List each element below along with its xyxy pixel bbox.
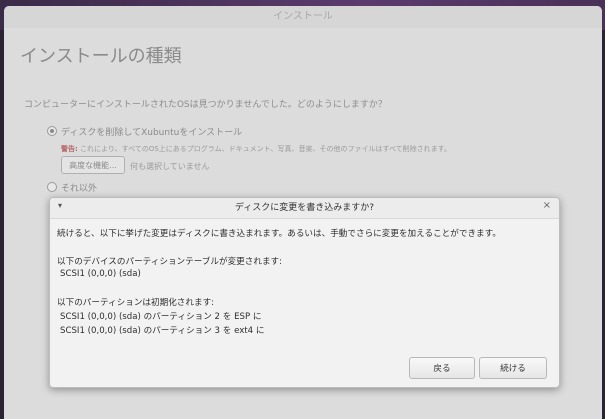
dialog-intro: 続けると、以下に挙げた変更はディスクに書き込まれます。あるいは、手動でさらに変更… bbox=[57, 229, 501, 239]
dialog-titlebar: ▾ ディスクに変更を書き込みますか? × bbox=[50, 198, 559, 219]
install-question: コンピューターにインストールされたOSは見つかりませんでした。どのようにしますか… bbox=[24, 100, 387, 110]
warning-text: これにより、すべてのOS上にあるプログラム、ドキュメント、写真、音楽、その他のフ… bbox=[77, 145, 451, 153]
page-title: インストールの種類 bbox=[20, 46, 182, 67]
format-heading: 以下のパーティションは初期化されます: bbox=[57, 298, 215, 308]
erase-warning: 警告: これにより、すべてのOS上にあるプログラム、ドキュメント、写真、音楽、そ… bbox=[61, 144, 451, 154]
window-title: インストール bbox=[4, 6, 602, 28]
something-else-label[interactable]: それ以外 bbox=[61, 181, 97, 194]
partition-table-heading: 以下のデバイスのパーティションテーブルが変更されます: bbox=[57, 257, 283, 267]
back-button[interactable]: 戻る bbox=[409, 357, 475, 379]
erase-disk-radio[interactable] bbox=[47, 126, 57, 136]
erase-disk-label[interactable]: ディスクを削除してXubuntuをインストール bbox=[61, 125, 242, 138]
format-item: SCSI1 (0,0,0) (sda) のパーティション 3 を ext4 に bbox=[60, 326, 265, 336]
continue-button[interactable]: 続ける bbox=[479, 357, 547, 379]
write-changes-dialog: ▾ ディスクに変更を書き込みますか? × 続けると、以下に挙げた変更はディスクに… bbox=[49, 197, 560, 388]
format-item: SCSI1 (0,0,0) (sda) のパーティション 2 を ESP に bbox=[60, 312, 262, 322]
close-icon[interactable]: × bbox=[543, 200, 551, 211]
something-else-radio[interactable] bbox=[47, 182, 57, 192]
warning-prefix: 警告: bbox=[61, 145, 78, 153]
advanced-features-button[interactable]: 高度な機能... bbox=[61, 156, 125, 174]
advanced-selection-note: 何も選択していません bbox=[130, 162, 210, 171]
dialog-title: ディスクに変更を書き込みますか? bbox=[234, 203, 375, 213]
partition-table-device: SCSI1 (0,0,0) (sda) bbox=[60, 269, 141, 279]
